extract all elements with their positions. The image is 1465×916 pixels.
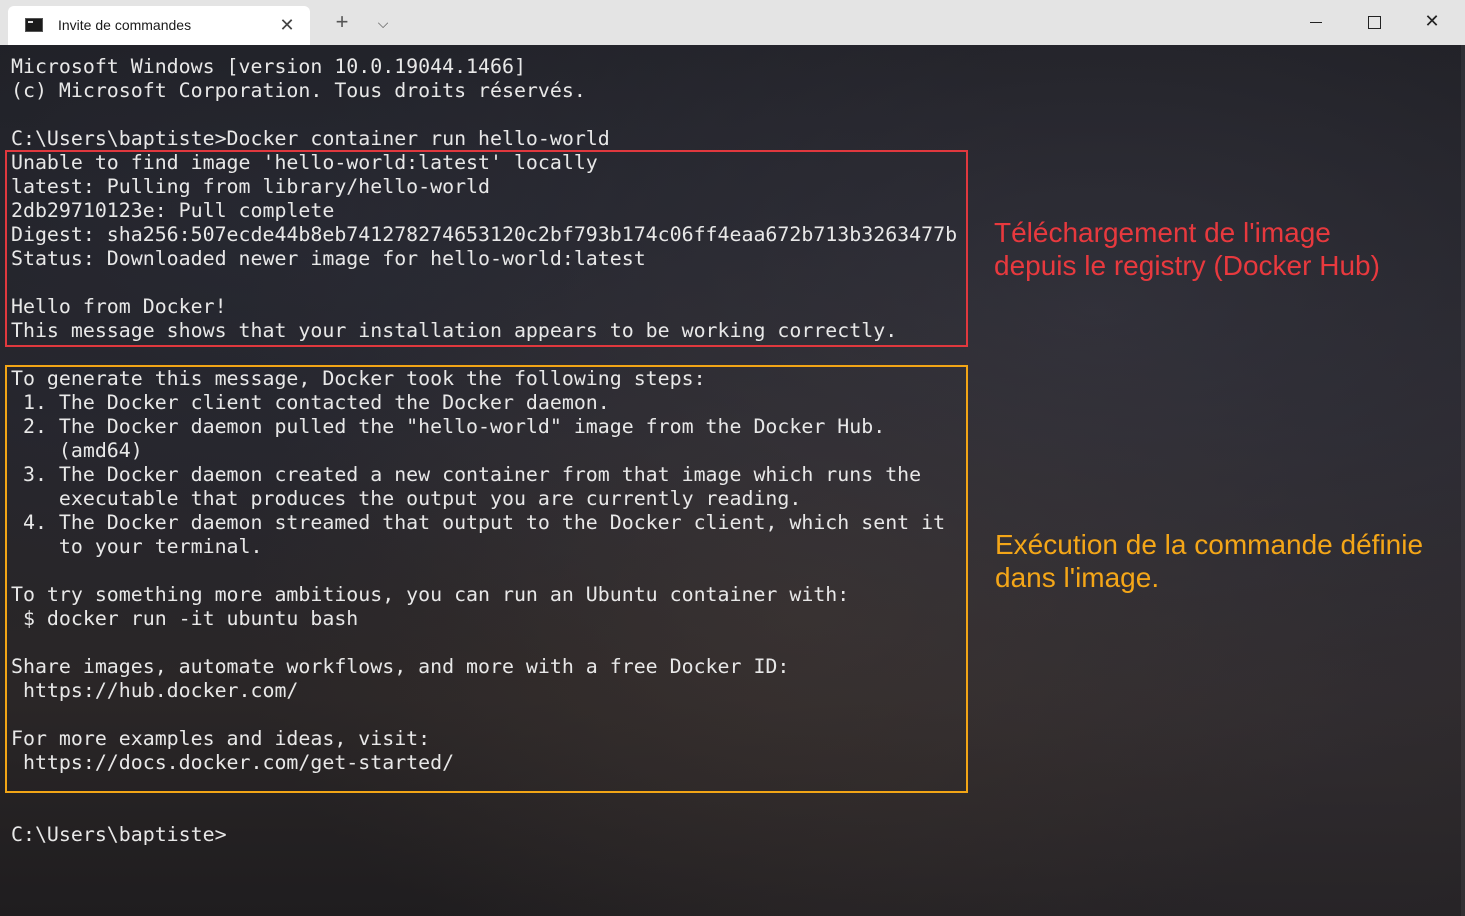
pull-annotation: Téléchargement de l'image depuis le regi… — [994, 217, 1380, 281]
chevron-down-icon[interactable]: ⌵ — [372, 13, 394, 35]
cmd-icon — [25, 18, 43, 32]
execution-annotation: Exécution de la commande définie dans l'… — [995, 529, 1424, 593]
minimize-icon — [1310, 21, 1322, 23]
terminal-output[interactable]: Microsoft Windows [version 10.0.19044.14… — [0, 45, 1465, 916]
pull-highlight-box — [5, 150, 968, 347]
terminal-line: C:\Users\baptiste> — [11, 823, 227, 846]
new-tab-button[interactable]: + — [330, 11, 354, 35]
close-window-button[interactable]: ✕ — [1403, 0, 1461, 45]
minimize-button[interactable] — [1287, 0, 1345, 45]
scrollbar[interactable] — [1461, 45, 1465, 916]
terminal-line: C:\Users\baptiste>Docker container run h… — [11, 127, 610, 150]
tab-close-icon[interactable]: ✕ — [278, 16, 296, 34]
maximize-icon — [1367, 15, 1381, 29]
terminal-line: Microsoft Windows [version 10.0.19044.14… — [11, 55, 526, 78]
title-bar: Invite de commandes ✕ + ⌵ ✕ — [0, 0, 1465, 45]
tab-title: Invite de commandes — [58, 17, 192, 33]
maximize-button[interactable] — [1345, 0, 1403, 45]
tab-command-prompt[interactable]: Invite de commandes ✕ — [8, 6, 310, 45]
execution-highlight-box — [5, 365, 968, 793]
terminal-line: (c) Microsoft Corporation. Tous droits r… — [11, 79, 586, 102]
